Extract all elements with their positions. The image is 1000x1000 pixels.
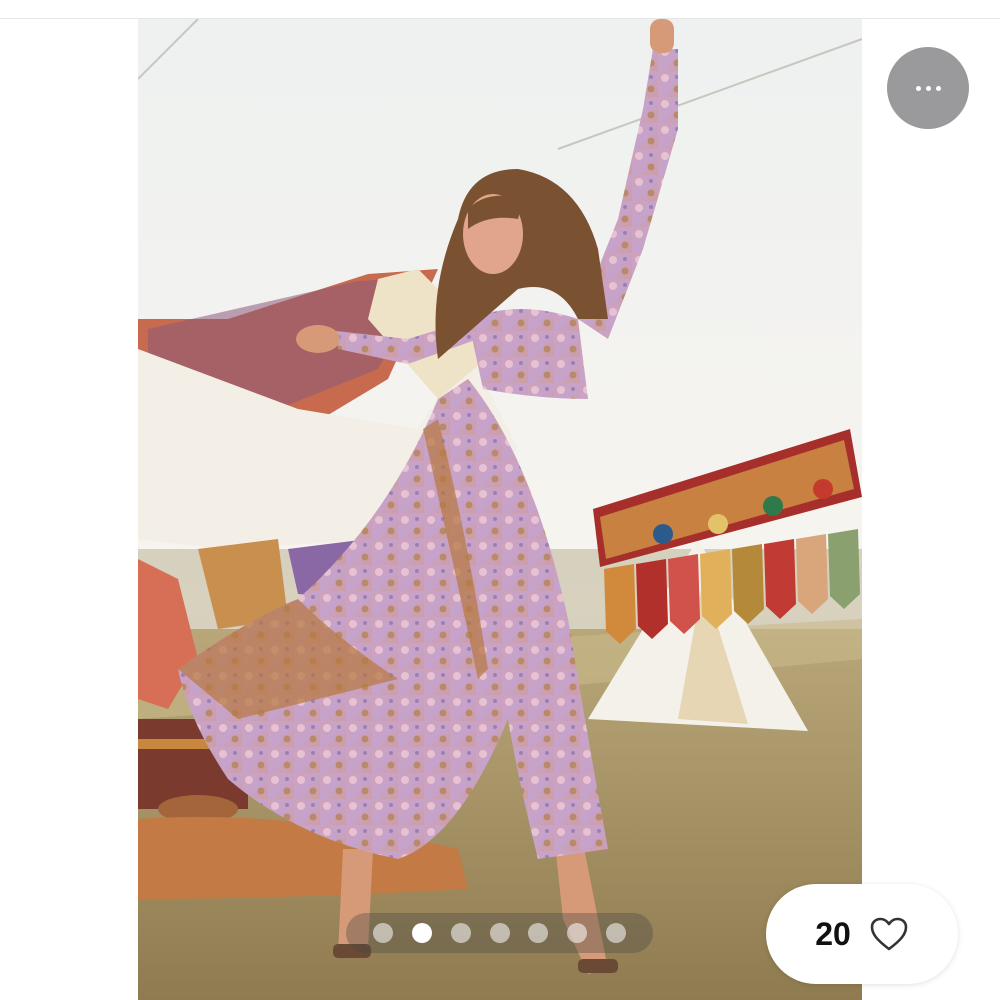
product-photo[interactable] [138,19,862,1000]
right-margin [862,19,1000,1000]
like-count: 20 [815,915,851,952]
pager-dot[interactable] [372,923,393,943]
more-options-button[interactable] [887,47,969,129]
pager-dot[interactable] [567,923,588,943]
like-button[interactable]: 20 [766,884,958,984]
pager-dot-active[interactable] [411,923,432,943]
more-horizontal-icon [925,85,931,91]
pager-dot[interactable] [606,923,627,943]
image-pager [346,913,653,953]
pager-dot[interactable] [450,923,471,943]
top-bar [0,0,1000,19]
heart-outline-icon [870,917,908,951]
left-margin [0,19,138,1000]
pager-dot[interactable] [489,923,510,943]
pager-dot[interactable] [528,923,549,943]
more-horizontal-icon [915,85,921,91]
more-horizontal-icon [935,85,941,91]
